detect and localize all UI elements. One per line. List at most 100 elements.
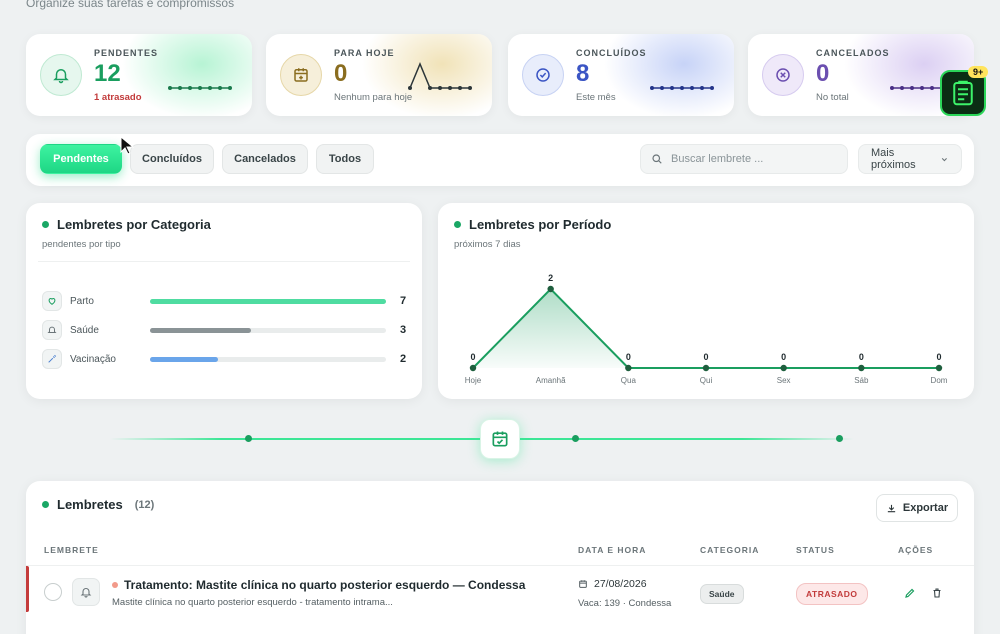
list-title: Lembretes (12)	[42, 497, 154, 512]
list-title-text: Lembretes	[57, 497, 123, 512]
category-bar-track	[150, 356, 386, 362]
trash-icon[interactable]	[930, 586, 944, 600]
data-label: 0	[703, 352, 708, 362]
complete-checkbox[interactable]	[44, 583, 62, 601]
title-dot	[42, 501, 49, 508]
reminder-description: Mastite clínica no quarto posterior esqu…	[112, 597, 393, 608]
tab-cancelados[interactable]: Cancelados	[222, 144, 308, 174]
search-icon	[652, 154, 662, 164]
stat-card-concluidos[interactable]: CONCLUÍDOS 8 Este mês	[508, 34, 734, 116]
tab-pendentes[interactable]: Pendentes	[40, 144, 122, 174]
category-row-saude[interactable]: Saúde 3	[42, 320, 408, 340]
period-panel: Lembretes por Período próximos 7 dias 0H…	[438, 203, 974, 399]
stat-card-para-hoje[interactable]: PARA HOJE 0 Nenhum para hoje	[266, 34, 492, 116]
syringe-icon	[42, 349, 62, 369]
category-value: 3	[400, 324, 407, 336]
x-tick-label: Qui	[700, 376, 713, 385]
reminder-date-text: 27/08/2026	[594, 578, 647, 590]
category-panel: Lembretes por Categoria pendentes por ti…	[26, 203, 422, 399]
category-title-text: Lembretes por Categoria	[57, 217, 211, 232]
stat-card-pendentes[interactable]: PENDENTES 12 1 atrasado	[26, 34, 252, 116]
bell-icon	[42, 320, 62, 340]
calendar-plus-icon	[280, 54, 322, 96]
reminders-list: Lembretes (12) Exportar LEMBRETE DATA E H…	[26, 481, 974, 634]
tab-concluidos[interactable]: Concluídos	[130, 144, 214, 174]
category-bar-fill	[150, 298, 386, 304]
stats-row: PENDENTES 12 1 atrasado PARA HOJE 0 Nenh…	[26, 34, 974, 116]
data-point[interactable]	[547, 285, 554, 293]
category-bar-fill	[150, 356, 219, 362]
export-label: Exportar	[902, 502, 949, 514]
notification-badge: 9+	[968, 66, 989, 78]
category-value: 2	[400, 353, 407, 365]
stat-label: PENDENTES	[94, 48, 159, 58]
x-tick-label: Sáb	[854, 376, 869, 385]
data-label: 0	[781, 352, 786, 362]
check-circle-icon	[522, 54, 564, 96]
page-subtitle: Organize suas tarefas e compromissos	[26, 0, 235, 10]
sort-label: Mais próximos	[871, 147, 916, 171]
tab-todos[interactable]: Todos	[316, 144, 374, 174]
reminder-title-text: Tratamento: Mastite clínica no quarto po…	[124, 578, 526, 592]
sparkline	[168, 86, 232, 90]
title-dot	[42, 221, 49, 228]
sparkline	[650, 86, 714, 90]
priority-dot	[112, 582, 118, 588]
edit-icon[interactable]	[903, 586, 917, 600]
x-tick-label: Hoje	[465, 376, 482, 385]
category-panel-subtitle: pendentes por tipo	[42, 239, 121, 250]
data-point[interactable]	[858, 364, 865, 372]
download-icon	[887, 504, 896, 512]
column-header-acoes: AÇÕES	[898, 545, 934, 555]
data-point[interactable]	[469, 364, 477, 372]
stat-value: 0	[816, 60, 830, 87]
data-point[interactable]	[625, 364, 632, 372]
period-chart: 0 Hoje 2 Amanhã 0 Qua 0 Qui 0 Sex 0 Sáb 0 Dom	[465, 273, 948, 385]
timeline-dot	[245, 435, 252, 442]
stat-value: 8	[576, 60, 590, 87]
overdue-marker	[26, 566, 29, 612]
stat-label: CONCLUÍDOS	[576, 48, 647, 58]
search-box[interactable]	[640, 144, 848, 174]
category-bar-track	[150, 327, 386, 333]
column-header-data[interactable]: DATA E HORA	[578, 545, 646, 555]
stat-value: 0	[334, 60, 348, 87]
category-bar-track	[150, 298, 386, 304]
calendar-check-icon[interactable]	[480, 419, 520, 459]
data-label: 0	[626, 352, 631, 362]
category-name: Saúde	[70, 324, 99, 336]
filter-bar: Pendentes Concluídos Cancelados Todos Ma…	[26, 134, 974, 186]
export-button[interactable]: Exportar	[876, 494, 958, 522]
category-value: 7	[400, 295, 407, 307]
data-point[interactable]	[935, 364, 943, 372]
stat-sub: 1 atrasado	[94, 92, 142, 103]
column-header-lembrete[interactable]: LEMBRETE	[44, 545, 99, 555]
category-bar-fill	[150, 327, 252, 333]
bell-icon	[72, 578, 100, 606]
x-tick-label: Qua	[621, 376, 637, 385]
column-header-categoria[interactable]: CATEGORIA	[700, 545, 759, 555]
category-panel-title: Lembretes por Categoria	[42, 217, 211, 232]
table-row[interactable]: Tratamento: Mastite clínica no quarto po…	[26, 566, 974, 618]
sparkline	[408, 62, 472, 90]
stat-label: PARA HOJE	[334, 48, 395, 58]
reminder-date: 27/08/2026	[578, 578, 647, 590]
x-tick-label: Amanhã	[536, 376, 566, 385]
data-point[interactable]	[702, 364, 710, 372]
category-name: Vacinação	[70, 353, 116, 365]
reminder-title[interactable]: Tratamento: Mastite clínica no quarto po…	[112, 578, 525, 592]
heart-icon	[42, 291, 62, 311]
column-header-status[interactable]: STATUS	[796, 545, 835, 555]
stat-sub: Este mês	[576, 92, 616, 103]
x-tick-label: Dom	[931, 376, 948, 385]
data-label: 2	[548, 273, 553, 283]
category-row-vacinacao[interactable]: Vacinação 2	[42, 349, 408, 369]
reminder-animal: Vaca: 139 · Condessa	[578, 598, 672, 609]
timeline-dot	[572, 435, 579, 442]
x-tick-label: Sex	[777, 376, 791, 385]
data-point[interactable]	[780, 364, 787, 372]
category-name: Parto	[70, 295, 94, 307]
search-input[interactable]	[671, 153, 831, 165]
sort-select[interactable]: Mais próximos	[858, 144, 962, 174]
category-row-parto[interactable]: Parto 7	[42, 291, 408, 311]
